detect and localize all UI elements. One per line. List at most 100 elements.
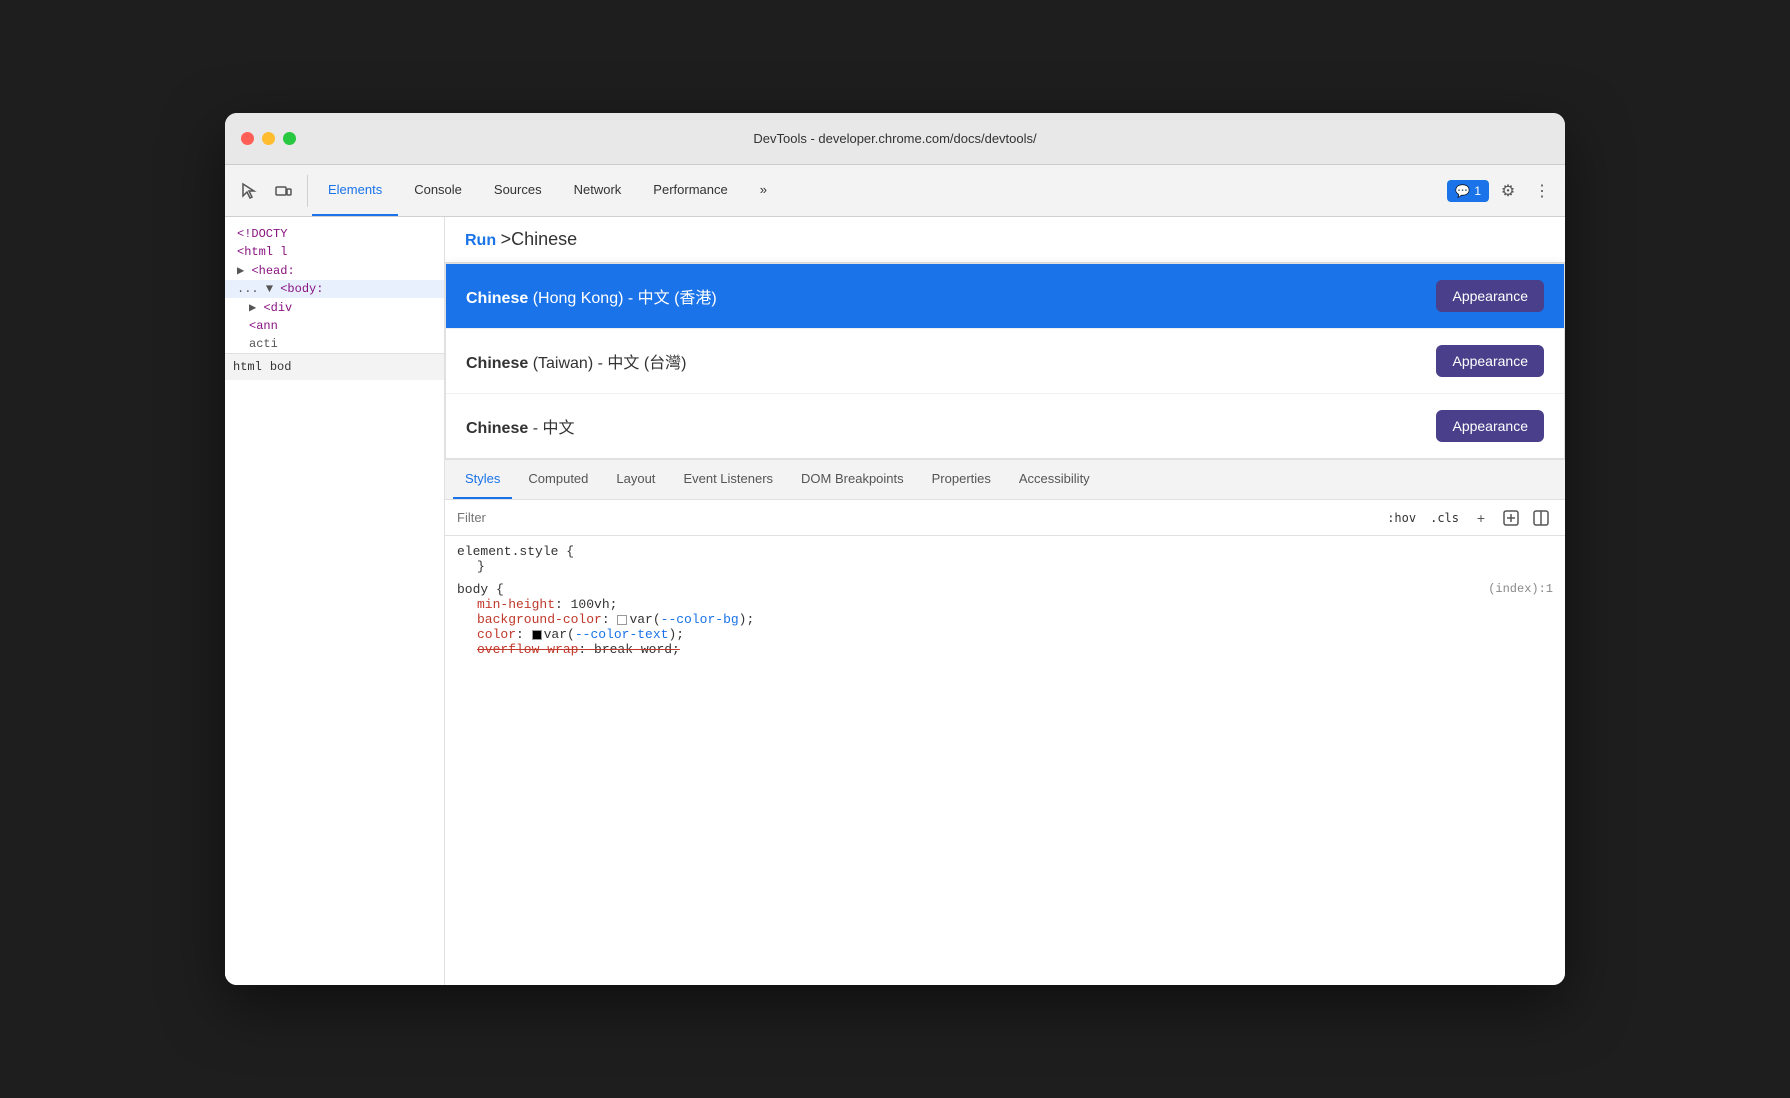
tab-performance[interactable]: Performance bbox=[637, 165, 743, 216]
title-bar: DevTools - developer.chrome.com/docs/dev… bbox=[225, 113, 1565, 165]
tab-layout[interactable]: Layout bbox=[604, 460, 667, 499]
background-color-property: background-color: var(--color-bg); bbox=[477, 612, 1553, 627]
styles-content: element.style { } body { (index):1 min-h… bbox=[445, 536, 1565, 673]
body-selector-text: body { bbox=[457, 582, 504, 597]
element-style-selector: element.style { bbox=[457, 544, 1553, 559]
toggle-panel-button[interactable] bbox=[1529, 506, 1553, 530]
autocomplete-item-hk[interactable]: Chinese (Hong Kong) - 中文 (香港) Appearance bbox=[446, 264, 1564, 329]
autocomplete-rest: - 中文 bbox=[528, 420, 574, 437]
traffic-lights bbox=[241, 132, 296, 145]
tab-properties[interactable]: Properties bbox=[920, 460, 1003, 499]
devtools-window: DevTools - developer.chrome.com/docs/dev… bbox=[225, 113, 1565, 985]
tab-dom-breakpoints[interactable]: DOM Breakpoints bbox=[789, 460, 916, 499]
colon: : bbox=[555, 597, 571, 612]
expand-arrow: ▼ bbox=[266, 282, 273, 296]
settings-button[interactable]: ⚙ bbox=[1493, 176, 1523, 206]
file-reference: (index):1 bbox=[1488, 582, 1553, 596]
dom-line: ▶ <div bbox=[237, 298, 444, 317]
toolbar-right: 💬 1 ⚙ ⋮ bbox=[1447, 176, 1557, 206]
dom-line[interactable]: ... ▼ <body: bbox=[225, 280, 444, 298]
toolbar-icon-group bbox=[233, 175, 308, 207]
autocomplete-item-hk-text: Chinese (Hong Kong) - 中文 (香港) bbox=[466, 284, 717, 308]
tab-accessibility[interactable]: Accessibility bbox=[1007, 460, 1102, 499]
select-element-icon[interactable] bbox=[233, 175, 265, 207]
tab-console[interactable]: Console bbox=[398, 165, 478, 216]
minimize-button[interactable] bbox=[262, 132, 275, 145]
cls-tag[interactable]: .cls bbox=[1426, 509, 1463, 527]
tab-computed[interactable]: Computed bbox=[516, 460, 600, 499]
autocomplete-bold: Chinese bbox=[466, 420, 528, 437]
inspect-button[interactable] bbox=[1499, 506, 1523, 530]
window-title: DevTools - developer.chrome.com/docs/dev… bbox=[753, 131, 1036, 146]
html-tag: <html l bbox=[237, 245, 287, 259]
autocomplete-bold: Chinese bbox=[466, 355, 528, 372]
autocomplete-item-chinese[interactable]: Chinese - 中文 Appearance bbox=[446, 394, 1564, 458]
breadcrumb: html bod bbox=[225, 353, 444, 380]
add-style-rule-button[interactable]: + bbox=[1469, 506, 1493, 530]
toolbar-tabs: Elements Console Sources Network Perform… bbox=[312, 165, 1447, 216]
body-rule: body { (index):1 min-height: 100vh; back… bbox=[457, 582, 1553, 657]
appearance-button-chinese[interactable]: Appearance bbox=[1436, 410, 1544, 442]
autocomplete-rest: (Hong Kong) - 中文 (香港) bbox=[528, 290, 717, 307]
breadcrumb-html[interactable]: html bbox=[233, 360, 262, 374]
devtools-container: Elements Console Sources Network Perform… bbox=[225, 165, 1565, 985]
maximize-button[interactable] bbox=[283, 132, 296, 145]
autocomplete-item-taiwan-text: Chinese (Taiwan) - 中文 (台灣) bbox=[466, 349, 686, 373]
autocomplete-dropdown: Chinese (Hong Kong) - 中文 (香港) Appearance… bbox=[445, 263, 1565, 459]
device-toolbar-icon[interactable] bbox=[267, 175, 299, 207]
dom-line: ▶ <head: bbox=[225, 261, 444, 280]
run-label: Run bbox=[465, 232, 496, 249]
filter-bar: :hov .cls + bbox=[445, 500, 1565, 536]
doctype-text: <!DOCTY bbox=[237, 227, 287, 241]
min-height-property: min-height: 100vh; bbox=[477, 597, 1553, 612]
command-bar: Run >Chinese bbox=[445, 217, 1565, 263]
close-button[interactable] bbox=[241, 132, 254, 145]
color-swatch-black bbox=[532, 630, 542, 640]
hov-tag[interactable]: :hov bbox=[1383, 509, 1420, 527]
color-swatch-white bbox=[617, 615, 627, 625]
tab-network[interactable]: Network bbox=[558, 165, 638, 216]
filter-input[interactable] bbox=[457, 510, 1375, 525]
autocomplete-item-taiwan[interactable]: Chinese (Taiwan) - 中文 (台灣) Appearance bbox=[446, 329, 1564, 394]
ann-tag: <ann bbox=[249, 319, 278, 333]
expand-arrow: ▶ bbox=[249, 301, 256, 315]
autocomplete-bold: Chinese bbox=[466, 290, 528, 307]
chat-badge[interactable]: 💬 1 bbox=[1447, 180, 1489, 202]
element-style-close: } bbox=[477, 559, 1553, 574]
prop-name: background-color bbox=[477, 612, 602, 627]
dom-line: acti bbox=[237, 335, 444, 353]
element-style-rule: element.style { } bbox=[457, 544, 1553, 574]
overflow-wrap-property: overflow-wrap: break-word; bbox=[477, 642, 1553, 657]
prop-name: color bbox=[477, 627, 516, 642]
css-variable-colorbg: --color-bg bbox=[661, 612, 739, 627]
tab-sources[interactable]: Sources bbox=[478, 165, 558, 216]
bottom-panel: Styles Computed Layout Event Listeners D… bbox=[445, 459, 1565, 673]
autocomplete-rest: (Taiwan) - 中文 (台灣) bbox=[528, 355, 686, 372]
color-property: color: var(--color-text); bbox=[477, 627, 1553, 642]
head-tag: <head: bbox=[251, 264, 294, 278]
more-tabs-button[interactable]: » bbox=[744, 165, 783, 216]
prop-value: 100vh; bbox=[571, 597, 618, 612]
prop-value: break-word; bbox=[594, 642, 680, 657]
div-tag: <div bbox=[263, 301, 292, 315]
dom-line: <ann bbox=[237, 317, 444, 335]
prop-value-var: var( bbox=[629, 612, 660, 627]
autocomplete-item-chinese-text: Chinese - 中文 bbox=[466, 414, 574, 438]
command-query: >Chinese bbox=[501, 229, 578, 249]
body-selector: body { (index):1 bbox=[457, 582, 1553, 597]
dom-line: <html l bbox=[225, 243, 444, 261]
more-options-button[interactable]: ⋮ bbox=[1527, 176, 1557, 206]
styles-tabs-bar: Styles Computed Layout Event Listeners D… bbox=[445, 460, 1565, 500]
breadcrumb-body[interactable]: bod bbox=[270, 360, 292, 374]
prop-name: overflow-wrap bbox=[477, 642, 578, 657]
appearance-button-hk[interactable]: Appearance bbox=[1436, 280, 1544, 312]
tab-elements[interactable]: Elements bbox=[312, 165, 398, 216]
appearance-button-taiwan[interactable]: Appearance bbox=[1436, 345, 1544, 377]
chat-count: 1 bbox=[1474, 184, 1481, 198]
ellipsis: ... bbox=[237, 282, 266, 296]
main-toolbar: Elements Console Sources Network Perform… bbox=[225, 165, 1565, 217]
chat-icon: 💬 bbox=[1455, 184, 1470, 198]
tab-styles[interactable]: Styles bbox=[453, 460, 512, 499]
css-variable-colortext: --color-text bbox=[575, 627, 669, 642]
tab-event-listeners[interactable]: Event Listeners bbox=[671, 460, 785, 499]
